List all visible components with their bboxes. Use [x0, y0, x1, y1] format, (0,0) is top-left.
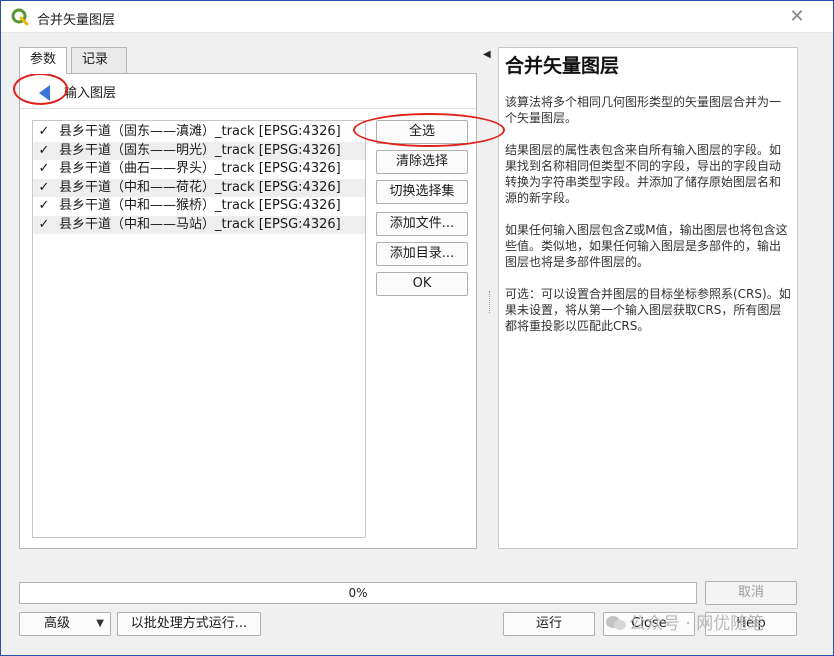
help-paragraph: 如果任何输入图层包含Z或M值，输出图层也将包含这些值。类似地，如果任何输入图层是… — [505, 223, 788, 269]
checkbox-checked[interactable]: ✓ — [37, 162, 51, 176]
splitter-handle[interactable] — [489, 291, 491, 313]
back-arrow-icon[interactable] — [32, 80, 58, 106]
advanced-label: 高级 — [44, 616, 71, 631]
layer-row[interactable]: ✓ 县乡干道（中和——荷花）_track [EPSG:4326] — [33, 178, 365, 197]
layer-list: ✓ 县乡干道（固东——滇滩）_track [EPSG:4326] ✓ 县乡干道（… — [32, 120, 366, 538]
checkbox-checked[interactable]: ✓ — [37, 125, 51, 139]
cancel-button[interactable]: 取消 — [705, 581, 797, 605]
help-paragraph: 结果图层的属性表包含来自所有输入图层的字段。如果找到名称相同但类型不同的字段，导… — [505, 143, 782, 205]
layer-label: 县乡干道（中和——马站）_track [EPSG:4326] — [59, 216, 341, 232]
toggle-selection-button[interactable]: 切换选择集 — [376, 180, 468, 204]
layer-label: 县乡干道（固东——明光）_track [EPSG:4326] — [59, 142, 341, 158]
ok-button[interactable]: OK — [376, 272, 468, 296]
title-bar: 合并矢量图层 ✕ — [1, 1, 833, 33]
layer-row[interactable]: ✓ 县乡干道（中和——猴桥）_track [EPSG:4326] — [33, 197, 365, 216]
close-button[interactable]: Close — [603, 612, 695, 636]
layer-label: 县乡干道（中和——荷花）_track [EPSG:4326] — [59, 179, 341, 195]
divider — [20, 108, 476, 109]
help-paragraph: 该算法将多个相同几何图形类型的矢量图层合并为一个矢量图层。 — [505, 95, 782, 125]
add-file-button[interactable]: 添加文件... — [376, 212, 468, 236]
help-title: 合并矢量图层 — [505, 55, 620, 77]
window-title: 合并矢量图层 — [37, 13, 116, 28]
clear-selection-button[interactable]: 清除选择 — [376, 150, 468, 174]
parameters-panel: 输入图层 ✓ 县乡干道（固东——滇滩）_track [EPSG:4326] ✓ … — [19, 73, 477, 549]
collapse-arrow-icon[interactable]: ◀ — [483, 49, 491, 60]
close-icon[interactable]: ✕ — [785, 5, 809, 29]
batch-run-button[interactable]: 以批处理方式运行... — [117, 612, 261, 636]
layer-label: 县乡干道（固东——滇滩）_track [EPSG:4326] — [59, 124, 341, 139]
add-directory-button[interactable]: 添加目录... — [376, 242, 468, 266]
section-label-input-layers: 输入图层 — [64, 86, 117, 101]
layer-row[interactable]: ✓ 县乡干道（中和——马站）_track [EPSG:4326] — [33, 215, 365, 234]
layer-label: 县乡干道（曲石——界头）_track [EPSG:4326] — [59, 161, 341, 176]
layer-label: 县乡干道（中和——猴桥）_track [EPSG:4326] — [59, 198, 341, 213]
select-all-button[interactable]: 全选 — [376, 120, 468, 144]
help-paragraph: 可选：可以设置合并图层的目标坐标参照系(CRS)。如果未设置，将从第一个输入图层… — [505, 287, 791, 333]
run-button[interactable]: 运行 — [503, 612, 595, 636]
advanced-dropdown[interactable]: 高级 ▼ — [19, 612, 111, 636]
layer-row[interactable]: ✓ 县乡干道（固东——明光）_track [EPSG:4326] — [33, 141, 365, 160]
progress-label: 0% — [348, 586, 368, 600]
checkbox-checked[interactable]: ✓ — [37, 199, 51, 213]
qgis-logo-icon — [11, 8, 29, 26]
help-panel: 合并矢量图层 该算法将多个相同几何图形类型的矢量图层合并为一个矢量图层。 结果图… — [498, 47, 798, 549]
tab-log[interactable]: 记录 — [71, 47, 127, 73]
chevron-down-icon: ▼ — [96, 618, 104, 629]
dialog-window: 合并矢量图层 ✕ 参数 记录 输入图层 ✓ 县乡干道（固东——滇滩）_track… — [0, 0, 834, 656]
checkbox-checked[interactable]: ✓ — [37, 217, 51, 232]
tab-parameters[interactable]: 参数 — [19, 47, 67, 74]
progress-bar: 0% — [19, 582, 697, 604]
help-button[interactable]: Help — [705, 612, 797, 636]
layer-row[interactable]: ✓ 县乡干道（固东——滇滩）_track [EPSG:4326] — [33, 123, 365, 142]
layer-row[interactable]: ✓ 县乡干道（曲石——界头）_track [EPSG:4326] — [33, 160, 365, 179]
checkbox-checked[interactable]: ✓ — [37, 180, 51, 195]
checkbox-checked[interactable]: ✓ — [37, 143, 51, 158]
